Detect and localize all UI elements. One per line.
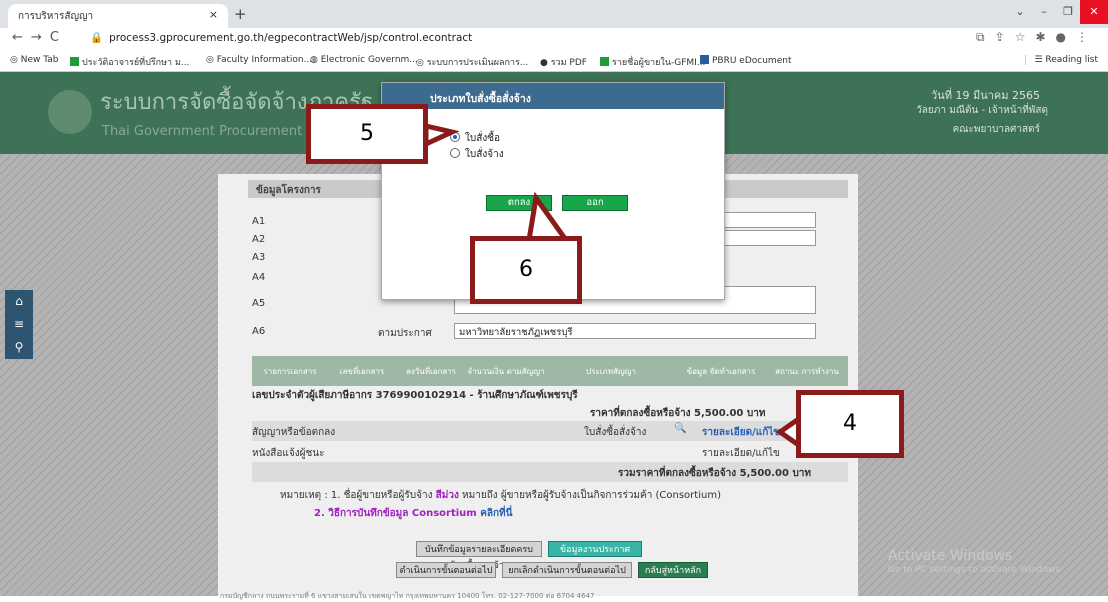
callout-6: 6 xyxy=(470,236,582,304)
callout-5: 5 xyxy=(306,104,428,164)
callout-4: 4 xyxy=(796,390,904,458)
callout-5-pointer xyxy=(423,122,460,148)
callout-6-pointer xyxy=(526,191,571,243)
